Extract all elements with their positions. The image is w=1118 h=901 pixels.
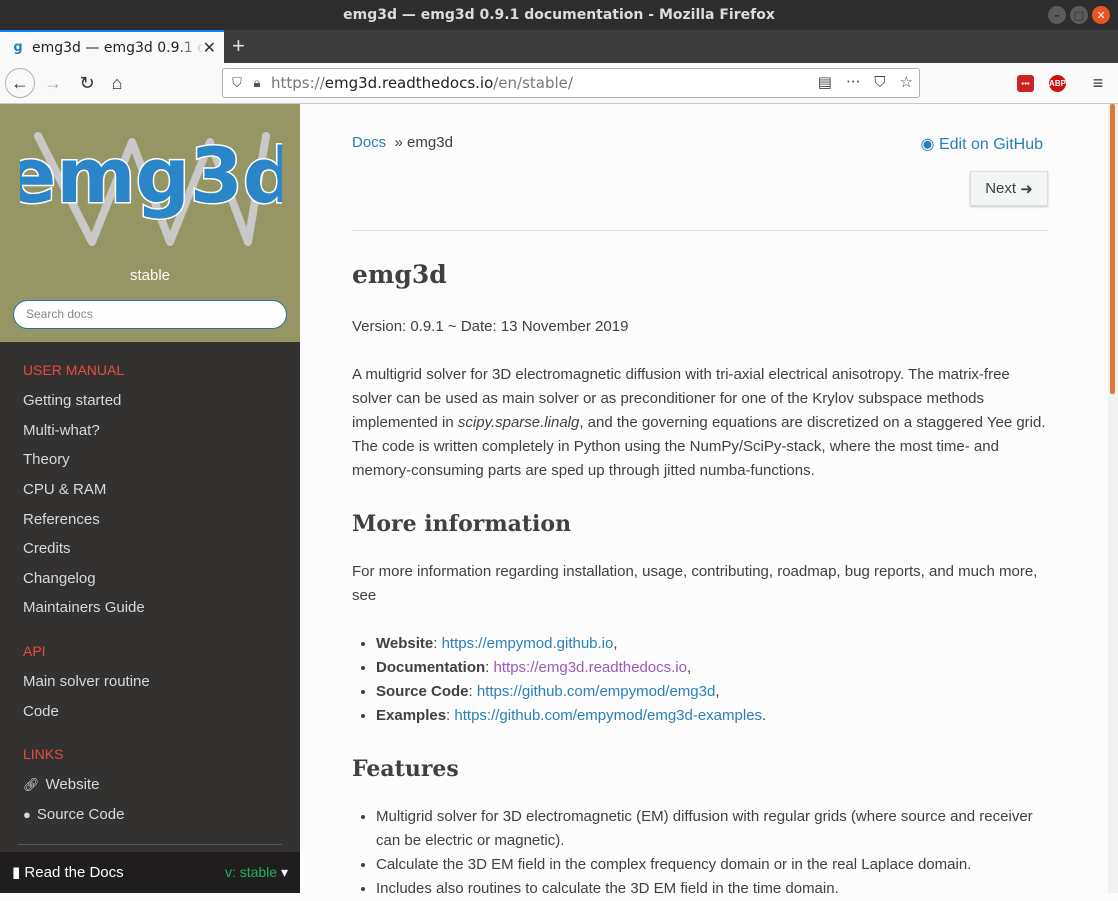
maximize-button[interactable]: □: [1070, 6, 1088, 24]
features-list: Multigrid solver for 3D electromagnetic …: [376, 805, 1048, 901]
lock-icon[interactable]: 🔒︎: [247, 76, 267, 91]
home-icon[interactable]: ⌂: [102, 68, 132, 98]
extension-icon[interactable]: ▪▪▪: [1017, 75, 1034, 92]
browser-tab[interactable]: g emg3d — emg3d 0.9.1 documentation ✕: [0, 30, 224, 63]
reload-icon[interactable]: ↻: [72, 68, 102, 98]
tab-title: emg3d — emg3d 0.9.1 documentation: [32, 39, 204, 56]
header-divider: [352, 230, 1048, 231]
sidebar-header: emg3d stable Search docs: [0, 104, 300, 342]
nav-cpu-ram[interactable]: CPU & RAM: [23, 481, 106, 498]
window-titlebar: emg3d — emg3d 0.9.1 documentation - Mozi…: [0, 0, 1118, 30]
adblock-icon[interactable]: ABP: [1049, 75, 1066, 92]
next-button[interactable]: Next ➜: [970, 171, 1048, 206]
list-item: Includes also routines to calculate the …: [376, 877, 1048, 901]
list-item: Documentation: https://emg3d.readthedocs…: [376, 656, 1048, 680]
scrollbar[interactable]: [1108, 104, 1118, 893]
caret-down-icon: ▾: [280, 864, 288, 880]
read-the-docs-bar[interactable]: ▮ Read the Docs v: stable ▾: [0, 852, 300, 893]
favicon-icon: g: [13, 40, 23, 55]
nav-references[interactable]: References: [23, 511, 100, 528]
new-tab-icon[interactable]: +: [232, 33, 245, 59]
nav-multi-what[interactable]: Multi-what?: [23, 422, 100, 439]
window-title: emg3d — emg3d 0.9.1 documentation - Mozi…: [343, 7, 775, 23]
nav-theory[interactable]: Theory: [23, 451, 70, 468]
documentation-link[interactable]: https://emg3d.readthedocs.io: [494, 659, 687, 676]
nav-maintainers-guide[interactable]: Maintainers Guide: [23, 599, 145, 616]
more-info-text: For more information regarding installat…: [352, 563, 1038, 604]
rtd-version[interactable]: v: stable: [225, 864, 277, 880]
arrow-circle-right-icon: ➜: [1020, 180, 1033, 198]
caption-api: API: [23, 643, 46, 659]
main-content: Docs » emg3d ◉ Edit on GitHub Next ➜ emg…: [300, 104, 1108, 897]
version-line: Version: 0.9.1 ~ Date: 13 November 2019: [352, 318, 629, 335]
search-input[interactable]: Search docs: [13, 300, 287, 329]
hamburger-menu-icon[interactable]: ≡: [1083, 68, 1113, 98]
nav-source-code[interactable]: ● Source Code: [23, 806, 124, 823]
features-heading: Features: [352, 756, 459, 782]
intro-paragraph: A multigrid solver for 3D electromagneti…: [352, 366, 1046, 479]
close-window-button[interactable]: ✕: [1092, 6, 1110, 24]
list-item: Calculate the 3D EM field in the complex…: [376, 853, 1048, 877]
links-list: Website: https://empymod.github.io, Docu…: [376, 632, 1048, 728]
shield-icon[interactable]: ⛉: [227, 76, 247, 91]
source-code-link[interactable]: https://github.com/empymod/emg3d: [477, 683, 715, 700]
book-icon: ▮: [12, 864, 25, 881]
list-item: Source Code: https://github.com/empymod/…: [376, 680, 1048, 704]
minimize-button[interactable]: –: [1048, 6, 1066, 24]
sidebar-divider: [18, 844, 282, 845]
breadcrumb-current: emg3d: [407, 134, 453, 151]
tab-strip: g emg3d — emg3d 0.9.1 documentation ✕ +: [0, 30, 1118, 63]
sidebar: emg3d stable Search docs USER MANUAL Get…: [0, 104, 300, 893]
nav-toolbar: ← → ↻ ⌂ ⛉ 🔒︎ https://emg3d.readthedocs.i…: [0, 63, 1118, 104]
list-item: Website: https://empymod.github.io,: [376, 632, 1048, 656]
examples-link[interactable]: https://github.com/empymod/emg3d-example…: [454, 707, 762, 724]
emg3d-logo[interactable]: emg3d: [20, 124, 282, 254]
list-item: Examples: https://github.com/empymod/emg…: [376, 704, 1048, 728]
bookmark-star-icon[interactable]: ☆: [900, 73, 913, 91]
rtd-label: Read the Docs: [24, 864, 124, 881]
reader-view-icon[interactable]: ▤: [818, 73, 832, 91]
nav-changelog[interactable]: Changelog: [23, 570, 96, 587]
url-bar[interactable]: ⛉ 🔒︎ https://emg3d.readthedocs.io/en/sta…: [222, 68, 920, 98]
nav-main-solver[interactable]: Main solver routine: [23, 673, 150, 690]
inline-code: scipy.sparse.linalg: [457, 414, 580, 431]
breadcrumb: Docs » emg3d: [352, 134, 453, 151]
close-tab-icon[interactable]: ✕: [203, 38, 216, 57]
caption-links: LINKS: [23, 746, 64, 762]
page-title: emg3d: [352, 260, 447, 289]
breadcrumb-separator: »: [394, 134, 403, 151]
github-icon: ◉: [920, 136, 939, 153]
website-link[interactable]: https://empymod.github.io: [442, 635, 614, 652]
pocket-icon[interactable]: ⛉: [874, 73, 885, 91]
nav-credits[interactable]: Credits: [23, 540, 71, 557]
forward-icon[interactable]: →: [38, 68, 68, 98]
page-actions-icon[interactable]: ···: [846, 73, 860, 91]
breadcrumb-docs-link[interactable]: Docs: [352, 134, 386, 151]
back-icon[interactable]: ←: [5, 68, 35, 98]
scrollbar-thumb[interactable]: [1110, 104, 1115, 394]
url-text[interactable]: https://emg3d.readthedocs.io/en/stable/: [271, 74, 573, 92]
svg-text:emg3d: emg3d: [20, 131, 282, 220]
github-icon: ●: [23, 807, 31, 822]
caption-user-manual: USER MANUAL: [23, 362, 125, 378]
nav-website[interactable]: 🔗︎ Website: [23, 776, 99, 793]
nav-code[interactable]: Code: [23, 703, 59, 720]
more-info-heading: More information: [352, 511, 572, 537]
nav-getting-started[interactable]: Getting started: [23, 392, 121, 409]
list-item: Multigrid solver for 3D electromagnetic …: [376, 805, 1048, 853]
edit-on-github-link[interactable]: ◉ Edit on GitHub: [921, 134, 1043, 154]
version-label: stable: [129, 267, 171, 284]
link-icon: 🔗︎: [23, 777, 40, 792]
